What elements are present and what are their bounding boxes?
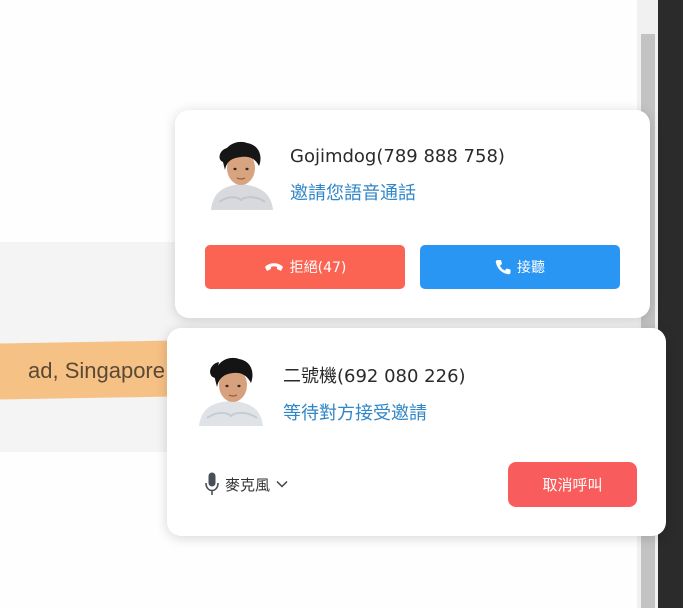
call-status: 等待對方接受邀請 xyxy=(283,403,427,424)
reject-call-button[interactable]: 拒絕(47) xyxy=(205,245,405,289)
phone-hangup-icon xyxy=(264,263,283,271)
accept-call-label: 接聽 xyxy=(517,260,545,276)
microphone-icon xyxy=(205,472,219,495)
cancel-call-label: 取消呼叫 xyxy=(542,476,603,494)
callee-name: 二號機(692 080 226) xyxy=(283,366,466,387)
callee-avatar xyxy=(199,357,263,426)
microphone-label: 麥克風 xyxy=(225,475,271,494)
address-text: ad, Singapore xyxy=(28,358,165,383)
chevron-down-icon xyxy=(276,480,288,488)
reject-call-label: 拒絕(47) xyxy=(289,260,347,276)
call-status: 邀請您語音通話 xyxy=(290,183,416,204)
caller-avatar xyxy=(211,141,273,210)
microphone-select[interactable]: 麥克風 xyxy=(205,471,288,497)
page: ad, Singapore Gojimdog(789 888 758) 邀請您語… xyxy=(0,0,683,608)
caller-name: Gojimdog(789 888 758) xyxy=(290,146,505,167)
phone-icon xyxy=(495,260,511,275)
outgoing-call-card: 二號機(692 080 226) 等待對方接受邀請 麥克風 取消呼叫 xyxy=(167,328,666,536)
incoming-call-card: Gojimdog(789 888 758) 邀請您語音通話 拒絕(47) 接聽 xyxy=(175,110,650,318)
cancel-call-button[interactable]: 取消呼叫 xyxy=(508,462,637,507)
accept-call-button[interactable]: 接聽 xyxy=(420,245,620,289)
